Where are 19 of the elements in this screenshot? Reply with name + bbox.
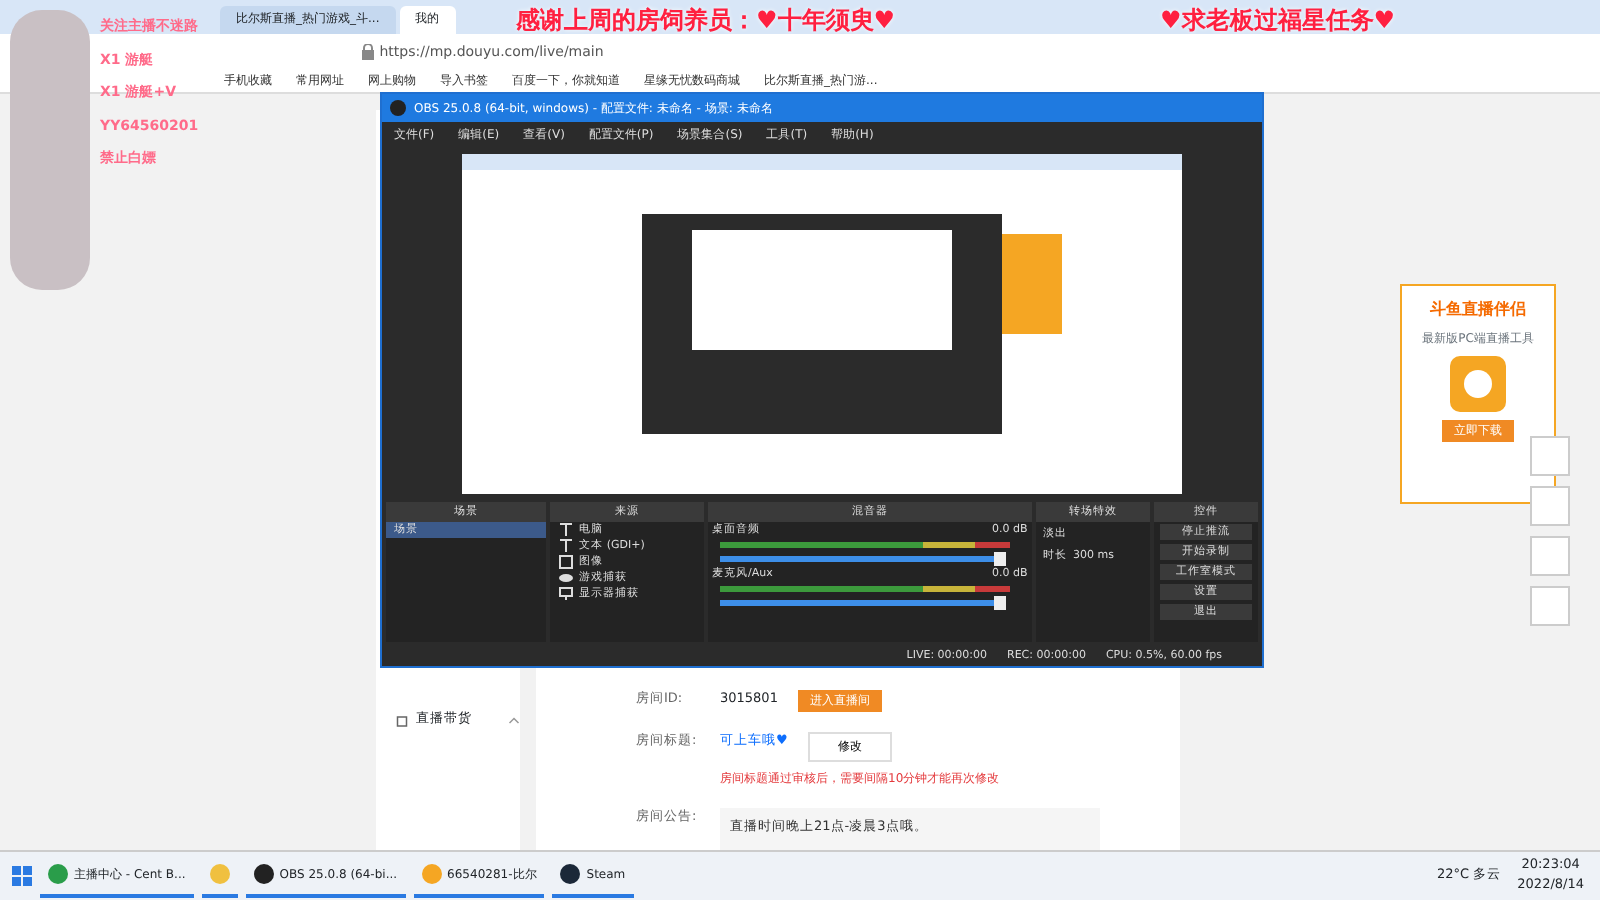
image-icon <box>557 554 574 570</box>
folder-icon <box>209 864 230 884</box>
lock-icon <box>360 44 376 60</box>
obs-logo-icon <box>390 100 406 116</box>
slider-thumb[interactable] <box>994 552 1007 566</box>
volume-slider[interactable] <box>720 599 1001 606</box>
slider-thumb[interactable] <box>994 595 1007 610</box>
bag-icon <box>396 711 408 728</box>
start-icon[interactable] <box>12 866 32 886</box>
app-icon <box>48 864 68 884</box>
banner-text: 感谢上周的房饲养员：♥十年须臾♥ <box>516 4 896 38</box>
banner-text: ♥求老板过福星任务♥ <box>1160 4 1396 38</box>
app-icon <box>421 864 442 884</box>
app-icon <box>253 864 274 884</box>
promo-title: 斗鱼直播伴侣 <box>1430 298 1526 322</box>
app-icon <box>560 864 581 884</box>
volume-slider[interactable] <box>720 556 1001 562</box>
app-logo-icon <box>1450 356 1506 412</box>
gamepad-icon <box>557 570 574 586</box>
